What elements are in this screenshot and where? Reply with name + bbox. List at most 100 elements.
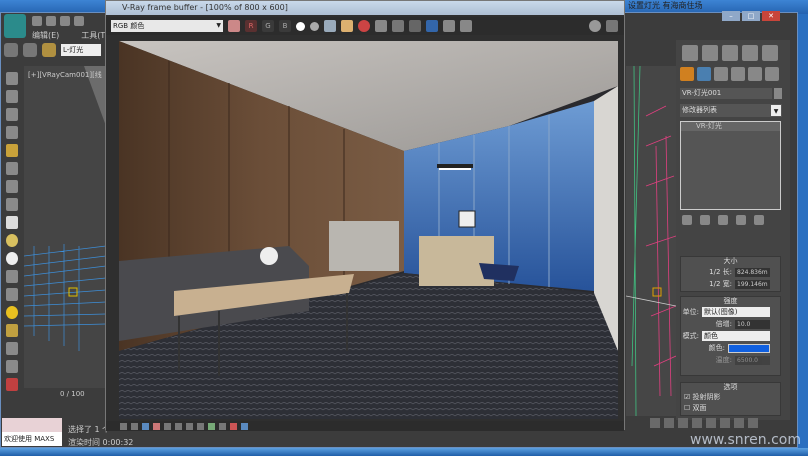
half-width-input[interactable]: 199.146m — [735, 279, 770, 289]
toolbar-icon[interactable] — [742, 45, 758, 61]
teapot-icon[interactable] — [6, 72, 18, 85]
sphere-icon[interactable] — [6, 252, 18, 265]
modifier-stack[interactable]: VR-灯光 — [680, 121, 781, 210]
temperature-input[interactable]: 6500.0 — [735, 355, 770, 365]
toolbar-icon[interactable] — [722, 45, 738, 61]
channel-dropdown[interactable]: RGB 颜色 ▼ — [111, 20, 223, 32]
link-icon[interactable] — [4, 43, 18, 57]
multiplier-input[interactable]: 10.0 — [735, 319, 770, 329]
vfb-tool-icon[interactable] — [131, 422, 138, 430]
tool-icon[interactable] — [6, 198, 18, 211]
sun-icon[interactable] — [6, 306, 18, 319]
color-swatch[interactable] — [728, 343, 770, 353]
selection-set-input[interactable]: L-灯光 — [61, 44, 101, 56]
mode-dropdown[interactable]: 颜色 — [702, 331, 770, 341]
tool-icon[interactable] — [6, 270, 18, 283]
go-to-start-icon[interactable] — [650, 418, 660, 428]
prev-frame-icon[interactable] — [664, 418, 674, 428]
pin-stack-icon[interactable] — [682, 215, 692, 225]
toolbar-icon[interactable] — [702, 45, 718, 61]
red-channel-button[interactable]: R — [245, 20, 257, 32]
right-viewport[interactable] — [626, 66, 676, 416]
rollout-title[interactable]: 强度 — [681, 297, 780, 306]
vfb-tool-icon[interactable] — [164, 422, 171, 430]
white-alpha-icon[interactable] — [296, 21, 305, 31]
history-icon[interactable] — [460, 20, 472, 32]
units-dropdown[interactable]: 默认(图像) — [702, 307, 770, 317]
vfb-tool-icon[interactable] — [142, 422, 149, 430]
blue-channel-button[interactable]: B — [279, 20, 291, 32]
show-end-result-icon[interactable] — [700, 215, 710, 225]
clear-image-icon[interactable] — [358, 20, 370, 32]
vfb-tool-icon[interactable] — [153, 422, 160, 430]
app-menu-button[interactable] — [4, 14, 26, 38]
rollout-title[interactable]: 大小 — [681, 257, 780, 266]
box-icon[interactable] — [6, 216, 18, 229]
double-sided-checkbox[interactable]: ☐ 双面 — [681, 403, 780, 414]
tool-icon[interactable] — [6, 144, 18, 157]
orbit-icon[interactable] — [748, 418, 758, 428]
half-length-input[interactable]: 824.836m — [735, 267, 770, 277]
play-icon[interactable] — [678, 418, 688, 428]
tool-icon[interactable] — [6, 162, 18, 175]
vfb-tool-icon[interactable] — [197, 422, 204, 430]
tool-icon[interactable] — [6, 342, 18, 355]
teapot-icon[interactable] — [762, 45, 778, 61]
remove-modifier-icon[interactable] — [736, 215, 746, 225]
modify-tab-icon[interactable] — [697, 67, 711, 81]
rollout-title[interactable]: 选项 — [681, 383, 780, 392]
toolbar-icon[interactable] — [682, 45, 698, 61]
undo-icon[interactable] — [74, 16, 84, 26]
camera-viewport[interactable] — [24, 66, 106, 388]
stamp-icon[interactable] — [589, 20, 601, 32]
vfb-tool-icon[interactable] — [208, 422, 215, 430]
next-frame-icon[interactable] — [692, 418, 702, 428]
open-icon[interactable] — [46, 16, 56, 26]
stack-item[interactable]: VR-灯光 — [681, 122, 780, 131]
track-mouse-icon[interactable] — [392, 20, 404, 32]
unlink-icon[interactable] — [23, 43, 37, 57]
green-channel-button[interactable]: G — [262, 20, 274, 32]
vfb-tool-icon[interactable] — [175, 422, 182, 430]
bind-spacewarp-icon[interactable] — [42, 43, 56, 57]
mono-icon[interactable] — [310, 21, 319, 31]
vfb-tool-icon[interactable] — [219, 422, 226, 430]
motion-tab-icon[interactable] — [731, 67, 745, 81]
cast-shadows-checkbox[interactable]: ☑ 投射阴影 — [681, 392, 780, 403]
cone-icon[interactable] — [6, 288, 18, 301]
timeline-slider[interactable]: 0 / 100 — [60, 390, 85, 398]
modifier-list-dropdown[interactable]: 修改器列表 ▼ — [680, 104, 782, 117]
tool-icon[interactable] — [6, 126, 18, 139]
pan-icon[interactable] — [734, 418, 744, 428]
object-name-field[interactable]: VR-灯光001 — [680, 88, 772, 99]
render-last-icon[interactable] — [443, 20, 455, 32]
menu-edit[interactable]: 编辑(E) — [32, 30, 59, 40]
save-icon[interactable] — [60, 16, 70, 26]
region-render-icon[interactable] — [409, 20, 421, 32]
vfb-tool-icon[interactable] — [241, 422, 248, 430]
color-corrections-icon[interactable] — [228, 20, 240, 32]
object-color-swatch[interactable] — [774, 88, 782, 99]
vfb-tool-icon[interactable] — [186, 422, 193, 430]
close-button[interactable]: ✕ — [762, 11, 780, 21]
vfb-tool-icon[interactable] — [230, 422, 237, 430]
save-image-icon[interactable] — [324, 20, 336, 32]
zoom-icon[interactable] — [720, 418, 730, 428]
duplicate-icon[interactable] — [375, 20, 387, 32]
create-tab-icon[interactable] — [680, 67, 694, 81]
tool-icon[interactable] — [6, 360, 18, 373]
maximize-button[interactable]: □ — [742, 11, 760, 21]
minimize-button[interactable]: – — [722, 11, 740, 21]
go-to-end-icon[interactable] — [706, 418, 716, 428]
vfb-tool-icon[interactable] — [120, 422, 127, 430]
configure-sets-icon[interactable] — [754, 215, 764, 225]
display-tab-icon[interactable] — [748, 67, 762, 81]
new-icon[interactable] — [32, 16, 42, 26]
utilities-tab-icon[interactable] — [765, 67, 779, 81]
tool-icon[interactable] — [6, 324, 18, 337]
tool-icon[interactable] — [6, 90, 18, 103]
eye-icon[interactable] — [606, 20, 618, 32]
tool-icon[interactable] — [6, 378, 18, 391]
hierarchy-tab-icon[interactable] — [714, 67, 728, 81]
link-to-vfb-icon[interactable] — [426, 20, 438, 32]
